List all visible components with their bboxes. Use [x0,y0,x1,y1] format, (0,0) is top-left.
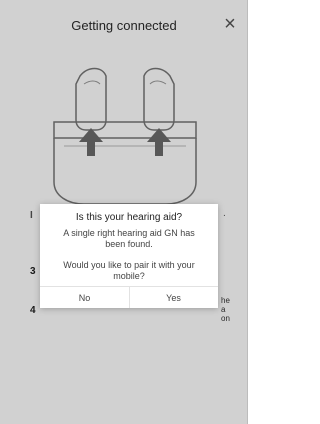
dialog-message: A single right hearing aid GN has been f… [63,228,195,249]
pairing-dialog: Is this your hearing aid? A single right… [40,204,218,308]
dialog-question: Would you like to pair it with your mobi… [63,260,195,281]
dialog-title: Is this your hearing aid? [75,212,183,223]
no-button[interactable]: No [40,287,129,308]
yes-button[interactable]: Yes [129,287,218,308]
